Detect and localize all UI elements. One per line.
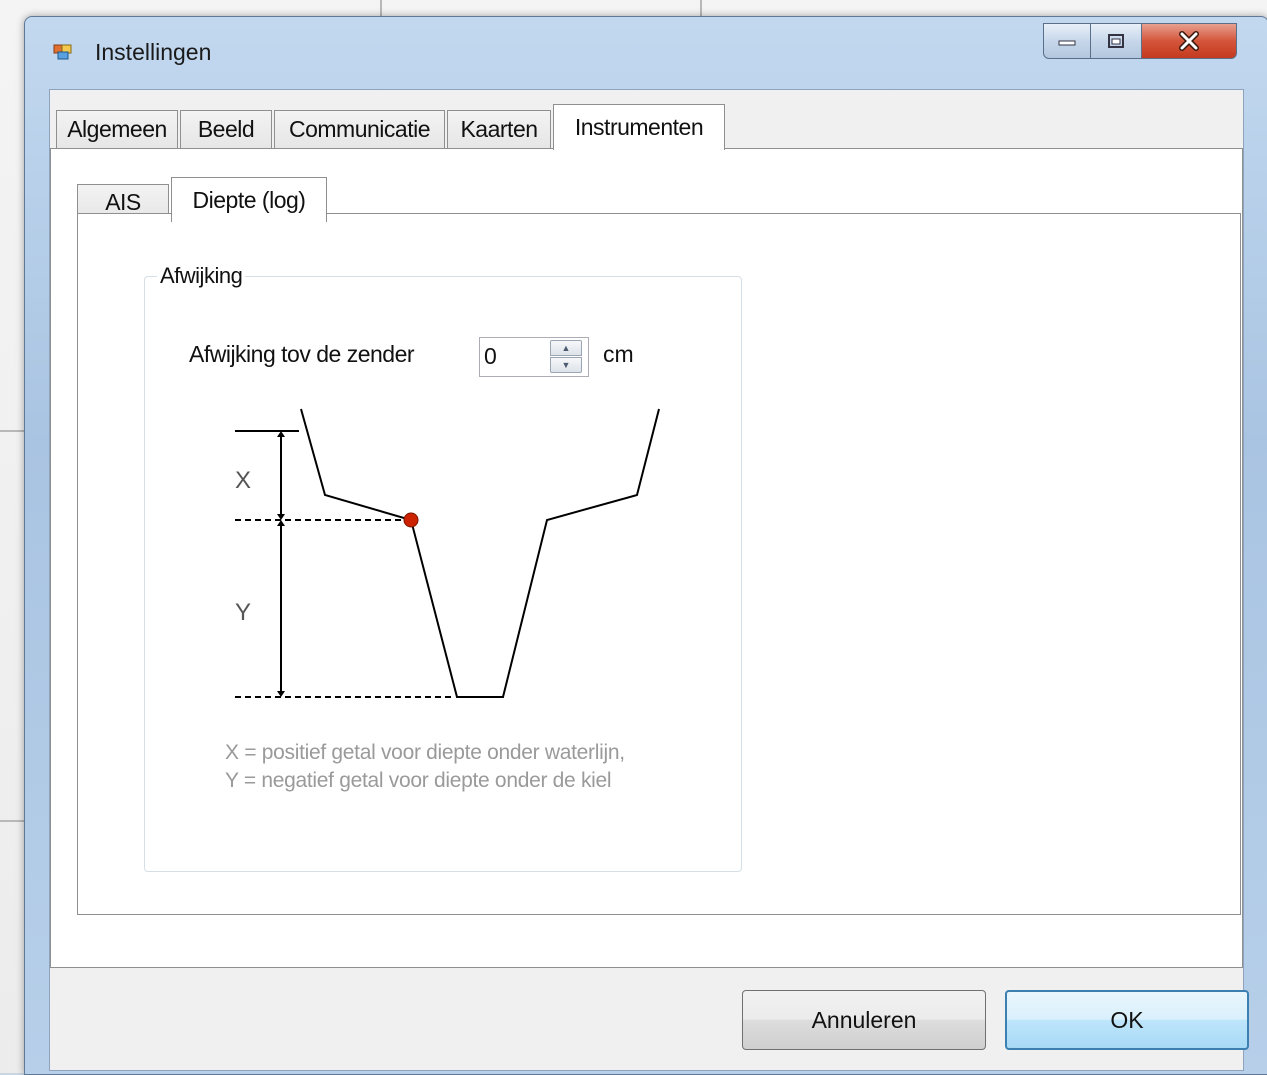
settings-dialog: Instellingen Algemeen Beeld Communicatie… bbox=[24, 16, 1267, 1075]
subtab-label: AIS bbox=[105, 189, 141, 215]
hull-diagram-drawing bbox=[235, 408, 660, 698]
subtab-diepte-log[interactable]: Diepte (log) bbox=[171, 177, 327, 222]
hull-outline bbox=[300, 408, 660, 698]
transducer-dot bbox=[403, 512, 419, 528]
title-bar: Instellingen bbox=[25, 17, 1267, 89]
tab-beeld[interactable]: Beeld bbox=[180, 110, 272, 149]
ok-button[interactable]: OK bbox=[1005, 990, 1249, 1050]
groupbox-title: Afwijking bbox=[157, 263, 246, 289]
close-button[interactable] bbox=[1141, 23, 1237, 59]
diepte-tab-panel: Afwijking Afwijking tov de zender ▲ ▼ cm bbox=[77, 213, 1241, 915]
legend-line-x: X = positief getal voor diepte onder wat… bbox=[225, 741, 625, 764]
spin-down-button[interactable]: ▼ bbox=[550, 357, 582, 373]
window-title: Instellingen bbox=[95, 39, 212, 65]
tab-label: Communicatie bbox=[289, 116, 431, 142]
tab-label: Kaarten bbox=[460, 116, 538, 142]
hull-depth-diagram: X Y bbox=[235, 407, 695, 717]
legend-line-y: Y = negatief getal voor diepte onder de … bbox=[225, 769, 612, 792]
afwijking-groupbox: Afwijking Afwijking tov de zender ▲ ▼ cm bbox=[144, 263, 742, 872]
tab-algemeen[interactable]: Algemeen bbox=[56, 110, 178, 149]
tab-label: Instrumenten bbox=[574, 114, 704, 140]
spin-up-button[interactable]: ▲ bbox=[550, 340, 582, 356]
tab-instrumenten[interactable]: Instrumenten bbox=[553, 104, 725, 150]
cancel-button[interactable]: Annuleren bbox=[742, 990, 986, 1050]
offset-label: Afwijking tov de zender bbox=[189, 341, 415, 367]
tab-communicatie[interactable]: Communicatie bbox=[274, 110, 445, 149]
minimize-button[interactable] bbox=[1043, 23, 1091, 59]
offset-input[interactable] bbox=[484, 341, 544, 371]
y-label: Y bbox=[235, 599, 252, 626]
maximize-button[interactable] bbox=[1090, 23, 1142, 59]
chevron-up-icon: ▲ bbox=[561, 343, 571, 353]
app-icon bbox=[53, 44, 72, 60]
dialog-client-area: Algemeen Beeld Communicatie Kaarten Inst… bbox=[49, 89, 1249, 1071]
x-label: X bbox=[235, 467, 252, 494]
offset-stepper[interactable]: ▲ ▼ bbox=[479, 337, 589, 377]
diagram-legend: X = positief getal voor diepte onder wat… bbox=[225, 739, 625, 795]
chevron-down-icon: ▼ bbox=[561, 360, 571, 370]
unit-label: cm bbox=[603, 341, 634, 367]
subtab-label: Diepte (log) bbox=[192, 186, 306, 213]
maximize-icon bbox=[1108, 34, 1124, 48]
tab-label: Beeld bbox=[197, 116, 255, 142]
tab-kaarten[interactable]: Kaarten bbox=[447, 110, 551, 149]
minimize-icon bbox=[1058, 40, 1076, 46]
instrumenten-tab-panel: AIS Diepte (log) Afwijking Afwijking tov… bbox=[50, 148, 1243, 968]
tab-label: Algemeen bbox=[67, 116, 167, 142]
close-icon bbox=[1179, 31, 1199, 51]
